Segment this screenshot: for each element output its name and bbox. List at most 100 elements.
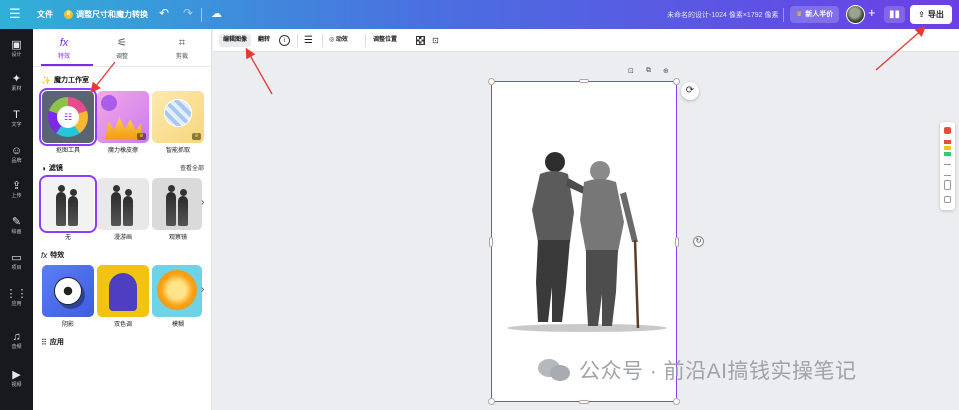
resize-handle[interactable] — [489, 237, 493, 247]
elderly-couple-walking-image[interactable] — [492, 82, 676, 401]
text-icon: T — [13, 109, 20, 121]
rail-item-draw[interactable]: ✎ 绘画 — [0, 216, 33, 236]
half-price-trial-button[interactable]: ♛ 新人半价 — [790, 6, 840, 23]
add-page-icon[interactable]: ⊕ — [663, 67, 669, 75]
see-all-link[interactable]: 查看全部 — [180, 163, 204, 172]
rail-item-uploads[interactable]: ⇪ 上传 — [0, 180, 33, 200]
edit-image-button[interactable]: 编辑图像 — [219, 34, 252, 47]
wechat-icon — [538, 357, 572, 383]
rail-item-apps[interactable]: ⋮⋮ 应用 — [0, 288, 33, 308]
file-menu-button[interactable]: 文件 — [37, 9, 53, 20]
divider — [33, 66, 212, 67]
avatar[interactable] — [846, 5, 865, 24]
filter-icon: ◑ — [41, 163, 46, 173]
resize-magic-switch-button[interactable]: ♛ 调整尺寸和魔力转换 — [64, 9, 148, 20]
document-title[interactable]: 未命名的设计-1024 像素×1792 像素 — [667, 10, 778, 20]
lock-icon[interactable]: ⊡ — [628, 67, 634, 75]
rail-item-text[interactable]: T 文字 — [0, 109, 33, 129]
crown-icon: ♛ — [192, 133, 201, 140]
divider — [201, 8, 202, 22]
rail-item-projects[interactable]: ▭ 项目 — [0, 252, 33, 272]
undo-icon[interactable]: ↶ — [159, 6, 169, 20]
design-page[interactable] — [488, 78, 680, 405]
crop-icon: ⌗ — [178, 37, 186, 49]
notification-icon[interactable] — [944, 127, 951, 134]
section-heading-effects: fx 特效 — [41, 250, 64, 260]
smart-grab-thumb[interactable]: ♛ — [152, 91, 204, 143]
chevron-right-icon[interactable]: › — [201, 197, 204, 208]
chevron-right-icon[interactable]: › — [201, 284, 204, 295]
page-icon[interactable] — [944, 180, 951, 190]
rotate-handle-icon[interactable]: ↻ — [693, 236, 704, 247]
watermark-text: 公众号 · 前沿AI搞钱实操笔记 — [579, 360, 857, 383]
refresh-icon[interactable]: ⟳ — [681, 82, 699, 100]
menu-icon[interactable]: ☰ — [9, 7, 21, 21]
rail-label: 音频 — [11, 344, 22, 350]
shadow-effect-thumb[interactable] — [42, 265, 94, 317]
pencil-icon: ✎ — [11, 216, 22, 228]
tab-adjust[interactable]: ⚟ 调整 — [97, 37, 147, 60]
animate-button[interactable]: ◎ 动效 — [329, 34, 348, 47]
rail-label: 绘画 — [11, 229, 22, 235]
notes-icon[interactable] — [944, 196, 951, 203]
insights-icon[interactable]: ▮▮ — [884, 6, 905, 23]
bg-remover-thumb[interactable]: ☷ — [39, 88, 97, 146]
divider — [322, 34, 323, 47]
redo-icon[interactable]: ↷ — [183, 6, 193, 20]
thumb-label: 无 — [64, 235, 71, 241]
rail-item-audio[interactable]: ♫ 音频 — [0, 331, 33, 351]
sliders-icon: ⚟ — [117, 37, 127, 49]
rail-item-design[interactable]: ▣ 设计 — [0, 39, 33, 59]
elements-icon: ✦ — [11, 73, 22, 85]
resize-label: 调整尺寸和魔力转换 — [76, 10, 148, 19]
resize-handle[interactable] — [488, 398, 495, 405]
rail-label: 素材 — [11, 86, 22, 92]
ball-image — [164, 99, 192, 127]
fx-icon: fx — [59, 37, 69, 49]
crown-icon: ♛ — [137, 133, 146, 140]
filter-observe-thumb[interactable] — [152, 178, 202, 230]
thumb-label: 抠图工具 — [55, 148, 80, 154]
resize-handle[interactable] — [673, 78, 680, 85]
cloud-sync-icon[interactable]: ☁ — [211, 7, 222, 20]
thumb-label: 双色调 — [113, 322, 132, 328]
section-heading-apps: ⠿ 应用 — [41, 337, 64, 347]
rail-item-brand[interactable]: ☺ 品牌 — [0, 145, 33, 165]
duplicate-icon[interactable]: ⧉ — [646, 67, 651, 75]
tab-label: 调整 — [115, 54, 128, 60]
resize-handle[interactable] — [488, 78, 495, 85]
color-swatch — [944, 146, 951, 150]
position-button[interactable]: 调整位置 — [373, 34, 397, 47]
apps-grid-icon: ⠿ — [41, 337, 47, 347]
list-icon[interactable] — [944, 164, 951, 176]
heading-text: 应用 — [49, 339, 64, 346]
filter-none-thumb[interactable] — [39, 175, 97, 233]
tab-effects[interactable]: fx 特效 — [39, 37, 89, 60]
lock-icon[interactable]: ⊡ — [432, 34, 439, 47]
brand-icon: ☺ — [10, 145, 23, 157]
border-style-icon[interactable]: ☰ — [304, 34, 313, 47]
fx-icon: fx — [41, 250, 48, 260]
resize-handle[interactable] — [675, 237, 679, 247]
right-mini-toolbar — [940, 122, 955, 210]
duotone-effect-thumb[interactable] — [97, 265, 149, 317]
rail-item-video[interactable]: ▶ 视频 — [0, 369, 33, 389]
sparkle-icon: ✨ — [41, 75, 51, 85]
magic-eraser-thumb[interactable]: ♛ — [97, 91, 149, 143]
info-icon[interactable]: i — [279, 35, 290, 46]
export-button[interactable]: ⇪ 导出 — [910, 5, 952, 24]
blur-effect-thumb[interactable] — [152, 265, 202, 317]
resize-handle[interactable] — [579, 400, 589, 404]
resize-handle[interactable] — [673, 398, 680, 405]
animate-label: 动效 — [335, 37, 348, 43]
tab-crop[interactable]: ⌗ 剪裁 — [157, 37, 207, 60]
trial-label: 新人半价 — [805, 11, 834, 18]
thumb-label: 魔力橡皮擦 — [107, 148, 138, 154]
apps-grid-icon: ⋮⋮ — [5, 288, 28, 300]
resize-handle[interactable] — [579, 79, 589, 83]
transparency-icon[interactable] — [416, 36, 425, 45]
add-collaborator-icon[interactable]: + — [868, 6, 876, 20]
filter-comic-thumb[interactable] — [97, 178, 149, 230]
rail-item-elements[interactable]: ✦ 素材 — [0, 73, 33, 93]
flip-button[interactable]: 翻转 — [258, 34, 270, 47]
